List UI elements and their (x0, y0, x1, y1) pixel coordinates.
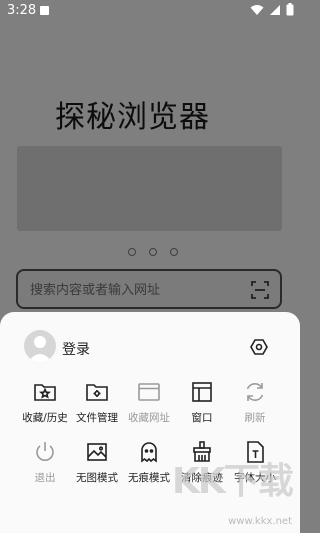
menu-item-refresh[interactable]: 刷新 (225, 380, 285, 425)
add-bookmark-icon (138, 383, 160, 401)
window-icon (192, 382, 212, 402)
menu-item-window[interactable]: 窗口 (172, 380, 232, 425)
menu-item-label: 窗口 (191, 412, 213, 424)
file-manager-icon (86, 384, 108, 401)
menu-item-label: 无痕模式 (128, 472, 170, 484)
scan-icon[interactable] (250, 280, 270, 300)
page-dot[interactable] (170, 248, 178, 256)
refresh-icon (246, 383, 264, 401)
search-bar[interactable] (16, 269, 282, 309)
watermark-logo: KK下载 (172, 461, 294, 502)
watermark-url: www.kkx.net (228, 516, 292, 527)
menu-item-exit[interactable]: 退出 (15, 440, 75, 485)
menu-item-label: 收藏网址 (128, 412, 170, 424)
incognito-ghost-icon (141, 442, 157, 463)
notification-icon (40, 6, 49, 15)
quick-access-panel[interactable] (17, 146, 282, 231)
avatar[interactable] (24, 330, 56, 362)
page-dot[interactable] (128, 248, 136, 256)
page-indicator (128, 248, 178, 256)
menu-item-incognito-mode[interactable]: 无痕模式 (119, 440, 179, 485)
status-icons (250, 3, 294, 16)
menu-item-no-image-mode[interactable]: 无图模式 (67, 440, 127, 485)
power-icon (36, 442, 54, 461)
status-bar: 3:28 (0, 0, 300, 22)
signal-icon (270, 4, 280, 15)
menu-item-file-manager[interactable]: 文件管理 (67, 380, 127, 425)
search-input[interactable] (28, 279, 237, 301)
user-icon (28, 336, 52, 362)
battery-icon (286, 3, 294, 16)
menu-item-bookmarks-history[interactable]: 收藏/历史 (15, 380, 75, 425)
menu-item-label: 退出 (34, 472, 56, 484)
login-link[interactable]: 登录 (62, 339, 90, 359)
app-title: 探秘浏览器 (55, 100, 210, 135)
menu-item-label: 收藏/历史 (22, 412, 68, 424)
menu-item-label: 无图模式 (76, 472, 118, 484)
settings-icon[interactable] (250, 338, 268, 356)
menu-item-add-bookmark[interactable]: 收藏网址 (119, 380, 179, 425)
menu-item-label: 刷新 (244, 412, 266, 424)
menu-item-label: 文件管理 (76, 412, 118, 424)
wifi-icon (250, 4, 264, 15)
no-image-icon (87, 443, 107, 461)
page-dot[interactable] (149, 248, 157, 256)
status-time: 3:28 (7, 3, 37, 18)
bookmark-history-icon (34, 384, 56, 401)
